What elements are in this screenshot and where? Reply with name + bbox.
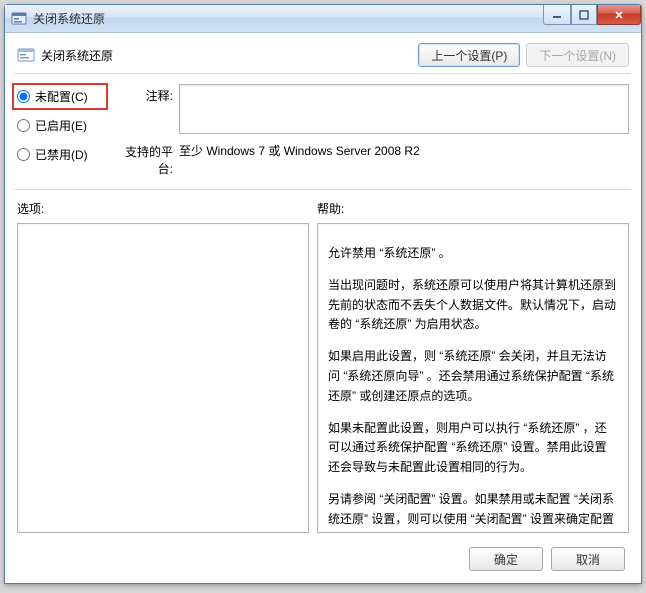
help-paragraph: 如果未配置此设置，则用户可以执行 “系统还原” ，还可以通过系统保护配置 “系统… (328, 419, 618, 478)
footer: 确定 取消 (15, 539, 631, 573)
config-section: 未配置(C) 已启用(E) 已禁用(D) 注释: 支持的平台: (15, 80, 631, 179)
titlebar[interactable]: 关闭系统还原 (5, 5, 641, 33)
policy-icon (17, 46, 35, 64)
help-paragraph: 当出现问题时，系统还原可以使用户将其计算机还原到先前的状态而不丢失个人数据文件。… (328, 276, 618, 335)
radio-not-configured-input[interactable] (17, 90, 30, 103)
radio-not-configured[interactable]: 未配置(C) (12, 83, 108, 110)
window-title: 关闭系统还原 (33, 10, 105, 27)
platform-label: 支持的平台: (111, 140, 173, 177)
panes: 允许禁用 “系统还原” 。 当出现问题时，系统还原可以使用户将其计算机还原到先前… (15, 223, 631, 533)
pane-labels: 选项: 帮助: (15, 200, 631, 217)
maximize-button[interactable] (571, 5, 597, 25)
cancel-button[interactable]: 取消 (551, 547, 625, 571)
minimize-button[interactable] (543, 5, 571, 25)
dialog-window: 关闭系统还原 关闭系统还原 上一个设置(P) 下一个设置(N) (4, 4, 642, 584)
radio-label: 已禁用(D) (35, 146, 88, 163)
radio-group: 未配置(C) 已启用(E) 已禁用(D) (17, 84, 103, 177)
platform-text: 至少 Windows 7 或 Windows Server 2008 R2 (179, 140, 629, 177)
help-paragraph: 如果启用此设置，则 “系统还原” 会关闭，并且无法访问 “系统还原向导” 。还会… (328, 347, 618, 406)
help-label: 帮助: (317, 200, 344, 217)
close-button[interactable] (597, 5, 641, 25)
ok-button[interactable]: 确定 (469, 547, 543, 571)
radio-enabled-input[interactable] (17, 119, 30, 132)
help-paragraph: 另请参阅 “关闭配置” 设置。如果禁用或未配置 “关闭系统还原” 设置，则可以使… (328, 490, 618, 533)
app-icon (11, 11, 27, 27)
header-row: 关闭系统还原 上一个设置(P) 下一个设置(N) (15, 41, 631, 74)
divider (15, 189, 631, 190)
radio-disabled-input[interactable] (17, 148, 30, 161)
help-pane[interactable]: 允许禁用 “系统还原” 。 当出现问题时，系统还原可以使用户将其计算机还原到先前… (317, 223, 629, 533)
client-area: 关闭系统还原 上一个设置(P) 下一个设置(N) 未配置(C) 已启用(E) (5, 33, 641, 583)
help-paragraph: 允许禁用 “系统还原” 。 (328, 244, 618, 264)
options-label: 选项: (17, 200, 309, 217)
radio-label: 已启用(E) (35, 117, 87, 134)
page-title: 关闭系统还原 (41, 47, 113, 64)
next-setting-button: 下一个设置(N) (526, 43, 629, 67)
comment-label: 注释: (111, 84, 173, 134)
options-pane[interactable] (17, 223, 309, 533)
radio-disabled[interactable]: 已禁用(D) (17, 146, 103, 163)
radio-enabled[interactable]: 已启用(E) (17, 117, 103, 134)
previous-setting-button[interactable]: 上一个设置(P) (418, 43, 520, 67)
window-controls (543, 5, 641, 25)
radio-label: 未配置(C) (35, 88, 88, 105)
comment-input[interactable] (179, 84, 629, 134)
